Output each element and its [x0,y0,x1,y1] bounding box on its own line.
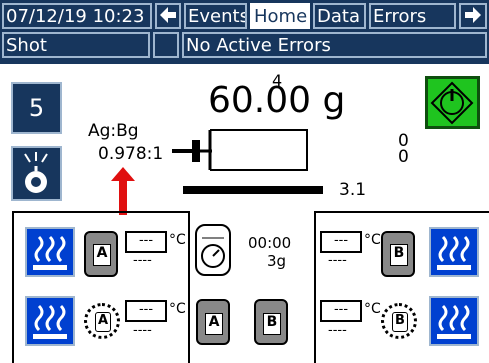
pump-a-label: A [95,312,111,332]
tank-a-label: A [93,244,111,266]
datetime: 07/12/19 10:23 [2,3,152,29]
error-status: No Active Errors [182,32,487,58]
progress-bar [183,186,323,194]
heater-icon[interactable] [25,296,75,346]
header-separator [0,58,489,64]
tank-b-icon: B [381,231,415,277]
tank-b-bottom-icon: B [254,299,288,345]
tab-events[interactable]: Events [184,3,247,29]
pump-b-icon: B [381,303,417,339]
tank-a-bottom-label: A [205,313,223,335]
dispenser-icon [172,129,308,171]
ratio-arrow-icon [111,167,135,215]
tab-errors[interactable]: Errors [369,3,456,29]
ratio-label: Ag:Bg [88,121,139,141]
ratio-value: 0.978:1 [98,144,164,164]
status-spacer [153,32,179,58]
left-temp-2: --- [125,300,167,322]
pump-a-icon: A [84,303,120,339]
heater-icon[interactable] [429,296,479,346]
readout-bottom: 0 [398,147,409,167]
grams-value: 3g [267,252,287,270]
tab-data[interactable]: Data [313,3,366,29]
spray-gun-icon [24,152,48,193]
right-temp-1: --- [320,231,362,253]
left-temp-1: --- [125,231,167,253]
right-temp-sub-1: ---- [328,253,347,268]
left-temp-unit-2: °C [169,301,186,317]
right-temp-unit-1: °C [364,232,381,248]
timer-icon [195,224,231,276]
pump-b-label: B [392,312,408,332]
right-temp-sub-2: ---- [328,323,347,338]
bar-value: 3.1 [339,180,367,200]
shot-number-button[interactable]: 5 [11,82,62,134]
tank-a-bottom-icon: A [196,299,230,345]
spray-gun-button[interactable] [11,146,62,201]
back-arrow-icon[interactable] [155,3,181,29]
tab-home[interactable]: Home [250,3,310,29]
mode-label: Shot [2,32,150,58]
shot-weight: 60.00 g [208,80,346,121]
start-icon [430,81,474,125]
start-button[interactable] [425,76,480,129]
timer-value: 00:00 [248,234,292,252]
right-temp-unit-2: °C [364,301,381,317]
tank-b-bottom-label: B [263,313,281,335]
left-temp-unit-1: °C [169,232,186,248]
heater-icon[interactable] [25,227,75,277]
left-temp-sub-2: ---- [133,323,152,338]
tank-b-label: B [390,244,408,266]
right-temp-2: --- [320,300,362,322]
forward-arrow-icon[interactable] [459,3,487,29]
left-temp-sub-1: ---- [133,253,152,268]
tank-a-icon: A [84,231,118,277]
heater-icon[interactable] [429,227,479,277]
